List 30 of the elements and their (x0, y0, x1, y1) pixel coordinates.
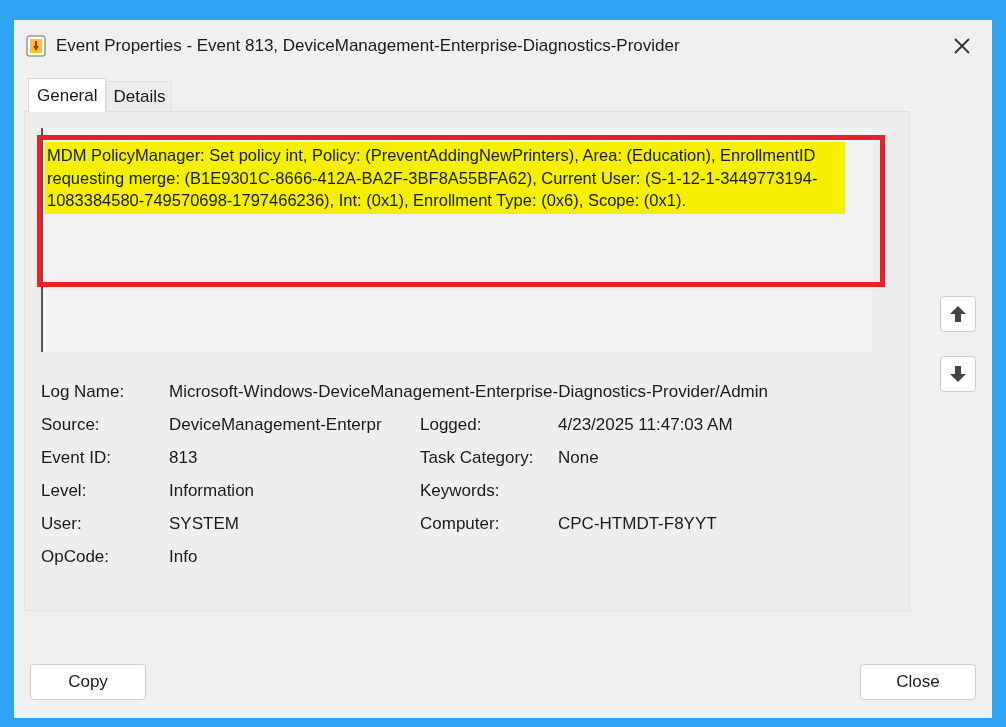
field-label: Source: (41, 414, 101, 436)
field-value: Info (169, 546, 199, 568)
down-arrow-icon (949, 365, 967, 383)
next-event-button[interactable] (940, 356, 976, 392)
field-value: SYSTEM (169, 513, 240, 535)
field-label: Keywords: (420, 480, 501, 502)
tab[interactable]: Details (106, 81, 173, 111)
field-label: Level: (41, 480, 88, 502)
field-value: Microsoft-Windows-DeviceManagement-Enterprise-Diagnostics-Provider/Admin (169, 381, 769, 403)
field-label: User: (41, 513, 83, 535)
previous-event-button[interactable] (940, 296, 976, 332)
field-label: Task Category: (420, 447, 535, 469)
field-label: OpCode: (41, 546, 111, 568)
field-label: Log Name: (41, 381, 126, 403)
field-value: None (558, 447, 600, 469)
close-button[interactable]: Close (860, 664, 976, 700)
field-value: 813 (169, 447, 199, 469)
field-value: DeviceManagement-Enterpr (169, 414, 383, 436)
field-label: Computer: (420, 513, 501, 535)
field-label: Event ID: (41, 447, 112, 469)
field-label: Logged: (420, 414, 483, 436)
field-value: Information (169, 480, 256, 502)
window-title: Event Properties - Event 813, DeviceManagement-Enterprise-Diagnostics-Provider (56, 35, 681, 58)
field-value: CPC-HTMDT-F8YYT (558, 513, 718, 535)
event-description: MDM PolicyManager: Set policy int, Policy: (PreventAddingNewPrinters), Area: (Education), EnrollmentID requesting merge: (B1E9301C-8666-412A-BA2F-3BF8A55BFA62), Current User: (S-1-12-1-3449773194-1083384580-749570698-1797466236), Int: (0x1), Enrollment Type: (0x6), Scope: (0x1). (45, 142, 845, 214)
up-arrow-icon (949, 305, 967, 323)
copy-button[interactable]: Copy (30, 664, 146, 700)
tab[interactable]: General (28, 78, 107, 112)
event-log-icon (26, 35, 46, 57)
field-value: 4/23/2025 11:47:03 AM (558, 414, 734, 436)
